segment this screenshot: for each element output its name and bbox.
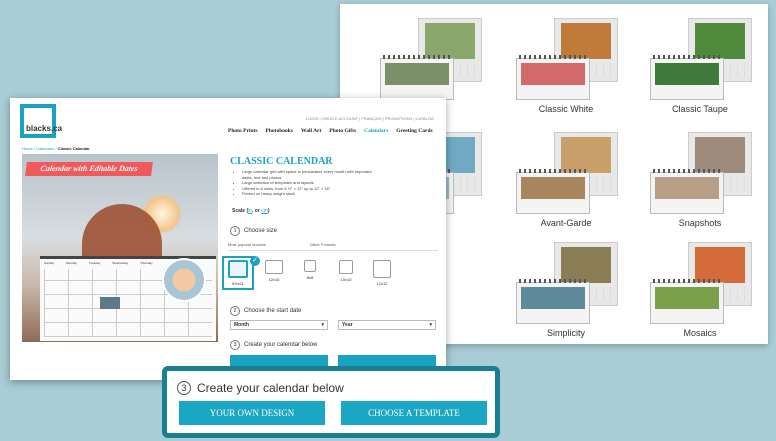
feature-item: Printed on heavy weight stock — [242, 191, 382, 197]
size-thumbnail — [373, 260, 391, 278]
nav-photo-prints[interactable]: Photo Prints — [228, 128, 258, 134]
desk-calendar-image — [516, 169, 590, 214]
month-value: Month — [234, 322, 249, 328]
desk-calendar-image — [650, 55, 724, 100]
step-number: 3 — [177, 381, 191, 395]
hero-banner: Calendar with Editable Dates — [25, 162, 153, 176]
step-number: 3 — [230, 340, 240, 350]
size-thumbnail — [304, 260, 316, 272]
tab-popular[interactable]: Most popular choices — [228, 242, 266, 247]
desk-calendar-image — [380, 55, 454, 100]
site-logo[interactable]: blacks.ca — [20, 104, 62, 138]
template-label: Classic Taupe — [672, 104, 728, 114]
scale-cm-link[interactable]: cm — [261, 208, 268, 214]
desk-calendar-image — [650, 279, 724, 324]
desk-calendar-image — [516, 279, 590, 324]
template-label: Mosaics — [683, 328, 717, 338]
zoom-bubble-photo — [162, 258, 206, 302]
account-links[interactable]: LOGIN | CREATE ACCOUNT | FRANÇAIS | PROM… — [306, 116, 434, 121]
breadcrumb: Home / Calendars / Classic Calendar — [22, 146, 90, 151]
size-option[interactable]: 12x16 — [262, 260, 286, 286]
size-option[interactable]: 8½x11 — [222, 256, 254, 290]
scale-end: ) — [267, 208, 270, 214]
template-tile[interactable]: Avant-Garde — [506, 128, 626, 228]
chevron-down-icon: ▾ — [321, 322, 324, 328]
template-tile[interactable]: Classic Taupe — [640, 14, 760, 114]
feature-item: Large calendar grid with space to person… — [242, 169, 382, 180]
step-label: Choose size — [244, 228, 278, 234]
calendar-photo-cell — [100, 297, 120, 309]
template-tile[interactable]: Mosaics — [640, 238, 760, 338]
breadcrumb-current: Classic Calendar — [57, 146, 90, 151]
template-label: Classic White — [538, 104, 594, 114]
size-option[interactable]: 12x12 — [370, 260, 394, 286]
chevron-down-icon: ▾ — [429, 322, 432, 328]
format-tabs: Most popular choices Other Formats — [228, 242, 438, 251]
year-value: Year — [342, 322, 353, 328]
scale-toggle: Scale (in, or cm) — [232, 208, 270, 214]
weekday-row: Sunday Monday Tuesday Wednesday Thursday — [44, 261, 153, 265]
nav-greeting-cards[interactable]: Greeting Cards — [396, 128, 432, 134]
template-label: Snapshots — [678, 218, 722, 228]
your-own-design-button[interactable]: YOUR OWN DESIGN — [179, 401, 325, 425]
size-label: 12x16 — [268, 277, 280, 282]
step-start-date: 2 Choose the start date — [230, 306, 301, 316]
template-label: Simplicity — [546, 328, 585, 338]
breadcrumb-home[interactable]: Home — [22, 146, 33, 151]
choose-template-button[interactable]: CHOOSE A TEMPLATE — [341, 401, 487, 425]
nav-calendars[interactable]: Calendars — [364, 128, 388, 134]
step3-callout: 3 Create your calendar below YOUR OWN DE… — [162, 366, 500, 438]
step-choose-size: 1 Choose size — [230, 226, 277, 236]
size-label: 8½x11 — [232, 281, 244, 286]
desk-calendar-image — [650, 169, 724, 214]
template-label: Avant-Garde — [540, 218, 592, 228]
tab-other-formats[interactable]: Other Formats — [310, 242, 336, 247]
template-tile[interactable]: Simplicity — [506, 238, 626, 338]
size-label: 10x10 — [340, 277, 352, 282]
size-option[interactable]: 8x8 — [298, 260, 322, 286]
callout-title: Create your calendar below — [197, 381, 344, 395]
year-select[interactable]: Year ▾ — [338, 320, 436, 330]
size-label: 8x8 — [306, 275, 314, 280]
scale-label: Scale ( — [232, 208, 249, 214]
size-thumbnail — [228, 260, 248, 278]
template-tile[interactable]: Classic White — [506, 14, 626, 114]
desk-calendar-image — [516, 55, 590, 100]
size-thumbnail — [265, 260, 283, 274]
nav-photo-gifts[interactable]: Photo Gifts — [329, 128, 356, 134]
product-page: blacks.ca LOGIN | CREATE ACCOUNT | FRANÇ… — [10, 98, 446, 380]
product-title: CLASSIC CALENDAR — [230, 156, 333, 167]
size-thumbnail — [339, 260, 353, 274]
step-label: Create your calendar below — [244, 342, 318, 348]
size-option[interactable]: 10x10 — [334, 260, 358, 286]
template-tile[interactable]: Snapshots — [640, 128, 760, 228]
nav-wall-art[interactable]: Wall Art — [301, 128, 321, 134]
step-label: Choose the start date — [244, 308, 302, 314]
size-label: 12x12 — [376, 281, 388, 286]
step-create: 3 Create your calendar below — [230, 340, 317, 350]
step-number: 1 — [230, 226, 240, 236]
logo-text: blacks.ca — [26, 124, 63, 133]
month-select[interactable]: Month ▾ — [230, 320, 328, 330]
callout-heading: 3 Create your calendar below — [177, 381, 344, 395]
breadcrumb-calendars[interactable]: Calendars — [36, 146, 54, 151]
main-nav: Photo Prints Photobooks Wall Art Photo G… — [228, 128, 433, 134]
selected-check-icon: ✓ — [250, 256, 260, 266]
feature-list: Large calendar grid with space to person… — [236, 169, 382, 197]
nav-photobooks[interactable]: Photobooks — [266, 128, 294, 134]
step-number: 2 — [230, 306, 240, 316]
scale-or: , or — [252, 208, 262, 214]
